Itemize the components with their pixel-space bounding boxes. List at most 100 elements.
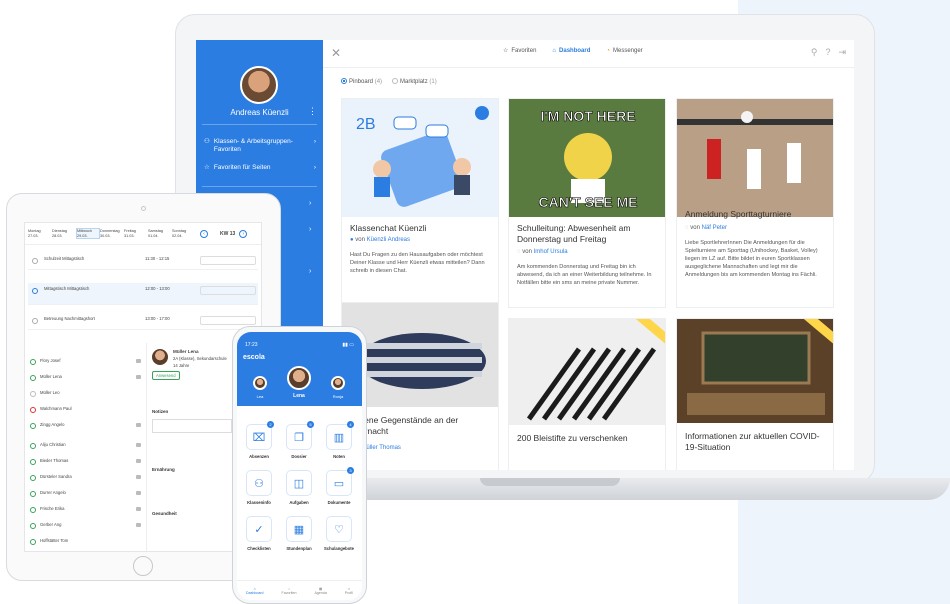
app-logo: escola <box>243 354 265 361</box>
day-tab[interactable]: Dienstag 28.03. <box>52 229 76 238</box>
schedule-row[interactable]: Betreuung Nachmittagshort 13:00 - 17:00 <box>28 313 258 330</box>
search-icon[interactable]: ⚲ <box>811 47 818 58</box>
list-item[interactable]: Durrer Angelo <box>28 489 145 501</box>
chat-illustration: 2B <box>356 106 489 207</box>
schedule-row[interactable]: Schulzeit Mittagstisch 11:30 - 12:15 <box>28 253 258 270</box>
nav-profile[interactable]: ☺ Profil <box>345 587 353 595</box>
nav-agenda[interactable]: ▦ Agenda <box>314 587 326 595</box>
tile-grades[interactable]: ▥ 4 <box>326 421 354 450</box>
pinboard-card[interactable]: 2B Klassenchat Küenzli ● von Küenzli And… <box>341 98 499 308</box>
list-item[interactable]: Gerber Ang <box>28 521 145 533</box>
row-label: Betreuung Nachmittagshort <box>44 316 95 321</box>
row-time: 12:00 - 13:00 <box>145 286 170 291</box>
home-icon: ⌂ <box>552 47 557 54</box>
chat-icon: ◔ <box>606 47 610 54</box>
chevron-right-icon[interactable]: › <box>309 200 311 207</box>
day-tab[interactable]: Freitag 31.03. <box>124 229 148 238</box>
author-link[interactable]: Imhof Ursula <box>534 249 568 255</box>
list-item[interactable]: Dürsteler Sandra <box>28 473 145 485</box>
list-item[interactable]: Frische Erika <box>28 505 145 517</box>
people-icon: ⚇ <box>254 477 264 490</box>
chevron-right-icon[interactable]: › <box>309 226 311 233</box>
schedule-row[interactable]: Mittagstisch Mittagstisch 12:00 - 13:00 <box>28 283 258 305</box>
close-icon[interactable]: ✕ <box>331 46 341 60</box>
tab-marketplace[interactable]: Marktplatz (1) <box>392 78 437 85</box>
logout-icon[interactable]: ⇥ <box>838 47 846 58</box>
chevron-right-icon[interactable]: › <box>309 268 311 275</box>
avatar[interactable] <box>253 376 267 390</box>
list-item[interactable]: Hoffstätter Tom <box>28 537 145 549</box>
day-tab[interactable]: Sonntag 02.04. <box>172 229 196 238</box>
pinboard-card[interactable]: Anmeldung Sporttagturniere ◌ von Näf Pet… <box>676 98 834 308</box>
author-link[interactable]: Müller Thomas <box>361 445 401 451</box>
nav-messenger[interactable]: ◔ Messenger <box>606 47 642 54</box>
tile-label: Klasseninfo <box>247 500 271 505</box>
avatar[interactable] <box>287 366 311 390</box>
tile-dossier[interactable]: ❐ 5 <box>286 421 314 450</box>
assignee-field[interactable] <box>200 256 256 265</box>
day-date: 02.04. <box>172 233 183 238</box>
sidebar-item-page-favorites[interactable]: ☆ Favoriten für Seiten › <box>204 164 316 172</box>
nav-dashboard[interactable]: ⌂ Dashboard <box>552 47 590 54</box>
list-item[interactable]: Müller Lena <box>28 373 145 385</box>
tile-checklists[interactable]: ✓ <box>246 516 272 542</box>
tile-absences[interactable]: ⌧ 2 <box>246 421 274 450</box>
avatar[interactable] <box>331 376 345 390</box>
tile-class-info[interactable]: ⚇ <box>246 470 272 496</box>
sidebar-item-class-favorites[interactable]: ⚇ Klassen- & Arbeitsgruppen-Favoriten › <box>204 138 316 155</box>
check-icon <box>30 539 36 545</box>
list-item[interactable]: Flory Josef <box>28 357 145 369</box>
tile-school-offers[interactable]: ♡ <box>326 516 352 542</box>
day-tab[interactable]: Mittwoch 29.03. <box>76 227 100 240</box>
tile-badge: 3 <box>347 467 354 474</box>
author-link[interactable]: Näf Peter <box>702 225 727 231</box>
day-tab[interactable]: Montag 27.03. <box>28 229 52 238</box>
nav-dashboard[interactable]: ⌂ Dashboard <box>246 587 264 595</box>
list-item[interactable]: Müller Leo <box>28 389 145 401</box>
status-dropdown[interactable]: Anwesend <box>152 371 180 380</box>
assignee-field[interactable] <box>200 316 256 325</box>
bottom-navigation: ⌂ Dashboard ☆ Favoriten ▦ Agenda ☺ Profil <box>237 580 362 600</box>
chat-bubble-icon: ● <box>350 237 354 243</box>
list-item[interactable]: Walchmann Paul <box>28 405 145 417</box>
nav-label: Dashboard <box>559 47 591 54</box>
day-tab[interactable]: Donnerstag 30.03. <box>100 229 124 238</box>
chat-bubble-icon <box>136 459 141 463</box>
more-options-icon[interactable]: ⋮ <box>308 106 317 117</box>
tablet-home-button[interactable] <box>133 556 153 576</box>
marketing-stage: Andreas Küenzli ⋮ ⚇ Klassen- & Arbeitsgr… <box>0 0 950 604</box>
tile-documents[interactable]: ▭ 3 <box>326 467 354 496</box>
list-item[interactable]: Bieder Thomas <box>28 457 145 469</box>
chat-bubble-icon <box>136 491 141 495</box>
day-tab[interactable]: Samstag 01.04. <box>148 229 172 238</box>
top-bar: ✕ ☆ Favoriten ⌂ Dashboard ◔ Messenger ⚲ … <box>323 40 854 68</box>
avatar[interactable] <box>240 66 278 104</box>
pinboard-card[interactable]: I'M NOT HERE CAN'T SEE ME Schulleitung: … <box>508 98 666 308</box>
list-item[interactable]: Zingg Angelo <box>28 421 145 433</box>
help-icon[interactable]: ? <box>825 47 830 58</box>
list-item[interactable]: Aliju Christian <box>28 441 145 453</box>
assignee-field[interactable] <box>200 286 256 295</box>
pinboard-card[interactable]: 200 Bleistifte zu verschenken <box>508 318 666 470</box>
week-label: KW 13 <box>220 230 236 237</box>
nav-favorites[interactable]: ☆ Favoriten <box>503 47 536 55</box>
student-name: Frische Erika <box>40 506 65 511</box>
tile-label: Dokumente <box>327 500 351 505</box>
notes-field[interactable] <box>152 419 232 433</box>
chevron-left-icon[interactable]: ‹ <box>200 229 208 238</box>
chevron-right-icon[interactable]: › <box>239 229 248 238</box>
row-time: 11:30 - 12:15 <box>145 256 170 261</box>
card-text: Liebe SportlehrerInnen Die Anmeldungen f… <box>685 240 818 279</box>
tile-tasks[interactable]: ◫ <box>286 470 312 496</box>
svg-text:2B: 2B <box>356 116 376 133</box>
card-author: von Müller Thomas <box>350 445 490 451</box>
meme-image: I'M NOT HERE CAN'T SEE ME <box>509 99 665 217</box>
tile-timetable[interactable]: ▦ <box>286 516 312 542</box>
student-name: Dürsteler Sandra <box>40 474 72 479</box>
pinboard-card[interactable]: Informationen zur aktuellen COVID-19-Sit… <box>676 318 834 470</box>
author-link[interactable]: Küenzli Andreas <box>367 237 410 243</box>
tab-pinboard[interactable]: Pinboard (4) <box>341 78 382 85</box>
nav-favorites[interactable]: ☆ Favoriten <box>282 587 297 595</box>
tile-badge: 5 <box>307 421 314 428</box>
tile-label: Dossier <box>291 454 307 459</box>
